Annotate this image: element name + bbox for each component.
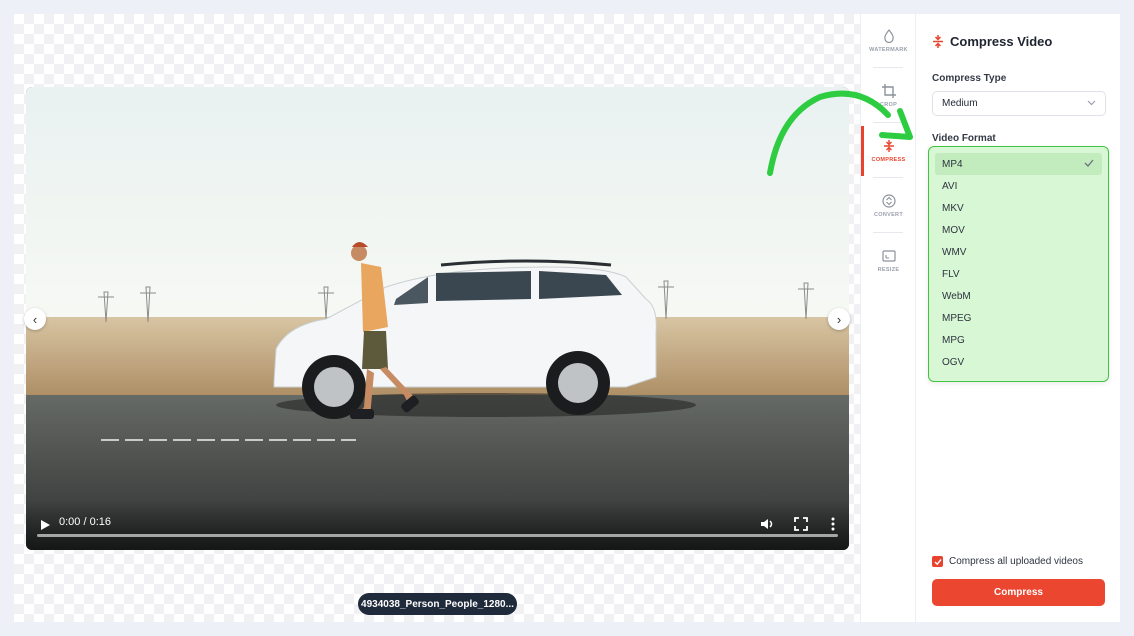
compress-icon [933,35,943,48]
chevron-down-icon [1087,100,1096,106]
option-label: MP4 [942,158,963,170]
compress-all-row: Compress all uploaded videos [932,556,1083,567]
compress-button[interactable]: Compress [932,579,1105,606]
compress-all-label: Compress all uploaded videos [949,556,1083,567]
previous-arrow-icon[interactable]: ‹ [24,308,46,330]
more-options-icon[interactable] [828,516,838,532]
panel-title-text: Compress Video [950,34,1053,49]
tool-watermark[interactable]: WATERMARK [861,14,916,68]
format-option-flv[interactable]: FLV [935,263,1102,285]
format-option-wmv[interactable]: WMV [935,241,1102,263]
play-icon[interactable] [38,518,52,532]
video-format-label: Video Format [932,133,996,144]
tool-resize[interactable]: RESIZE [861,234,916,288]
checkmark-icon [934,558,942,565]
video-frame [26,87,849,550]
video-time: 0:00 / 0:16 [59,516,111,528]
format-option-mp4[interactable]: MP4 [935,153,1102,175]
convert-icon [881,194,896,208]
compress-type-value: Medium [942,98,978,109]
seek-bar[interactable] [37,534,838,537]
next-arrow-icon[interactable]: › [828,308,850,330]
tool-label: CONVERT [874,212,903,218]
tool-label: RESIZE [877,267,900,273]
annotation-arrow-icon [767,90,913,176]
video-controls: 0:00 / 0:16 [26,500,849,550]
option-label: WMV [942,246,967,258]
option-label: AVI [942,180,958,192]
option-label: WebM [942,290,971,302]
option-label: MPEG [942,312,972,324]
compress-type-label: Compress Type [932,73,1007,84]
option-label: MOV [942,224,965,236]
option-label: OGV [942,356,965,368]
option-label: MKV [942,202,964,214]
format-option-mpeg[interactable]: MPEG [935,307,1102,329]
option-label: FLV [942,268,960,280]
divider [873,67,903,68]
video-player[interactable]: 0:00 / 0:16 [26,87,849,550]
option-label: MPG [942,334,965,346]
file-name-pill: 4934038_Person_People_1280... [358,593,517,615]
droplet-icon [883,29,894,43]
format-option-mkv[interactable]: MKV [935,197,1102,219]
resize-icon [881,250,896,262]
format-option-mov[interactable]: MOV [935,219,1102,241]
video-format-dropdown: MP4 AVI MKV MOV WMV FLV WebM MPEG MPG OG… [928,146,1109,382]
panel-title: Compress Video [932,34,1052,49]
checkmark-icon [1084,159,1094,167]
volume-icon[interactable] [760,517,774,531]
fullscreen-icon[interactable] [794,517,808,531]
format-option-ogv[interactable]: OGV [935,351,1102,373]
compress-all-checkbox[interactable] [932,556,943,567]
format-option-mpg[interactable]: MPG [935,329,1102,351]
tool-label: WATERMARK [869,47,908,53]
tool-convert[interactable]: CONVERT [861,179,916,233]
format-option-webm[interactable]: WebM [935,285,1102,307]
format-option-avi[interactable]: AVI [935,175,1102,197]
divider [873,232,903,233]
compress-type-select[interactable]: Medium [932,91,1106,116]
